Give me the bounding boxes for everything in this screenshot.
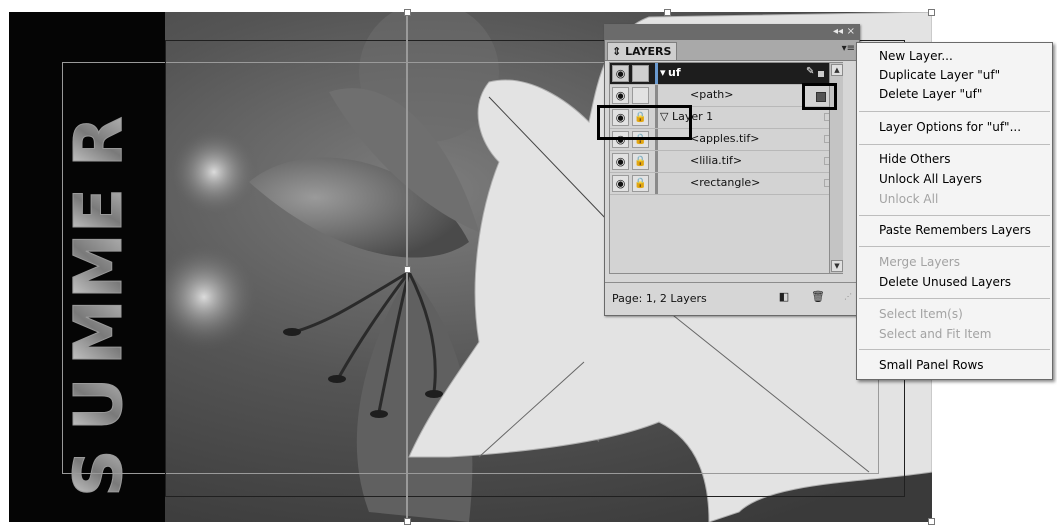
summer-title-graphic: SUMMER bbox=[63, 116, 133, 498]
layer-name[interactable]: uf bbox=[668, 66, 681, 79]
resize-grip-icon[interactable]: ⋰ bbox=[841, 290, 855, 304]
lock-toggle[interactable] bbox=[632, 87, 649, 104]
menu-separator bbox=[859, 246, 1050, 247]
layers-status-text: Page: 1, 2 Layers bbox=[612, 292, 707, 305]
summer-letter: E bbox=[63, 188, 133, 233]
menu-separator bbox=[859, 298, 1050, 299]
layer-row-rectangle[interactable]: ◉ 🔒 <rectangle> bbox=[610, 173, 842, 195]
callout-layer1-box bbox=[597, 105, 692, 140]
eye-icon[interactable]: ◉ bbox=[612, 175, 629, 192]
menu-item-hide-others[interactable]: Hide Others bbox=[879, 152, 951, 166]
layer-name[interactable]: <rectangle> bbox=[690, 176, 760, 189]
menu-item-delete-unused-layers[interactable]: Delete Unused Layers bbox=[879, 275, 1011, 289]
selection-handle[interactable] bbox=[664, 9, 671, 16]
layer-name[interactable]: <apples.tif> bbox=[690, 132, 759, 145]
summer-letter: S bbox=[63, 449, 133, 497]
menu-item-paste-remembers-layers[interactable]: Paste Remembers Layers bbox=[879, 223, 1031, 237]
menu-item-unlock-all-layers[interactable]: Unlock All Layers bbox=[879, 172, 982, 186]
eye-icon[interactable]: ◉ bbox=[612, 87, 629, 104]
layer-color-bar bbox=[655, 85, 658, 106]
menu-item-small-panel-rows[interactable]: Small Panel Rows bbox=[879, 358, 984, 372]
selection-handle[interactable] bbox=[404, 266, 411, 273]
selection-handle[interactable] bbox=[928, 518, 935, 525]
menu-item-select-items: Select Item(s) bbox=[879, 307, 963, 321]
menu-item-delete-layer[interactable]: Delete Layer "uf" bbox=[879, 87, 982, 101]
layer-row-uf[interactable]: ◉ ▾ uf ✎ bbox=[610, 63, 842, 85]
selection-handle[interactable] bbox=[404, 518, 411, 525]
menu-item-new-layer[interactable]: New Layer... bbox=[879, 49, 953, 63]
layer-row-lilia[interactable]: ◉ 🔒 <lilia.tif> bbox=[610, 151, 842, 173]
eye-icon[interactable]: ◉ bbox=[612, 65, 629, 82]
menu-separator bbox=[859, 144, 1050, 145]
close-panel-button[interactable]: × bbox=[847, 26, 855, 38]
tab-layers[interactable]: ⇕ LAYERS bbox=[607, 42, 677, 60]
layer-name[interactable]: <lilia.tif> bbox=[690, 154, 742, 167]
menu-item-select-and-fit-item: Select and Fit Item bbox=[879, 327, 992, 341]
layer-color-bar bbox=[655, 151, 658, 172]
selection-handle[interactable] bbox=[928, 9, 935, 16]
layer-name[interactable]: <path> bbox=[690, 88, 733, 101]
menu-separator bbox=[859, 111, 1050, 112]
panel-footer: Page: 1, 2 Layers ◧ 🗑 ⋰ bbox=[605, 282, 859, 315]
tab-arrows-icon: ⇕ bbox=[612, 45, 622, 58]
menu-item-unlock-all: Unlock All bbox=[879, 192, 939, 206]
selection-handle[interactable] bbox=[404, 9, 411, 16]
lock-toggle[interactable] bbox=[632, 65, 649, 82]
layer-color-bar bbox=[655, 173, 658, 194]
lock-icon[interactable]: 🔒 bbox=[632, 175, 649, 192]
layer-color-bar bbox=[655, 63, 658, 84]
callout-selection-box bbox=[802, 83, 837, 110]
layers-panel: ◂◂ × ⇕ LAYERS ▾≡ ◉ ▾ uf ✎ ◉ <path> ◉ 🔒 ▽… bbox=[604, 24, 860, 316]
menu-separator bbox=[859, 349, 1050, 350]
panel-menu-button[interactable]: ▾≡ bbox=[842, 43, 855, 54]
collapse-panel-button[interactable]: ◂◂ bbox=[833, 26, 843, 38]
summer-letter: M bbox=[63, 299, 133, 365]
menu-item-merge-layers: Merge Layers bbox=[879, 255, 960, 269]
menu-item-duplicate-layer[interactable]: Duplicate Layer "uf" bbox=[879, 68, 1000, 82]
new-layer-icon[interactable]: ◧ bbox=[777, 290, 791, 304]
summer-letter: M bbox=[63, 233, 133, 299]
summer-letter: U bbox=[63, 377, 133, 431]
selection-square[interactable] bbox=[818, 71, 824, 77]
panel-title-bar[interactable]: ◂◂ × bbox=[605, 25, 859, 40]
menu-item-layer-options[interactable]: Layer Options for "uf"... bbox=[879, 120, 1021, 134]
summer-letter: R bbox=[63, 116, 133, 167]
menu-separator bbox=[859, 215, 1050, 216]
scroll-up-arrow-icon[interactable]: ▲ bbox=[831, 64, 843, 76]
pen-icon: ✎ bbox=[806, 66, 815, 77]
layers-panel-menu: New Layer... Duplicate Layer "uf" Delete… bbox=[856, 42, 1053, 380]
disclosure-triangle-icon[interactable]: ▾ bbox=[660, 66, 666, 79]
scroll-down-arrow-icon[interactable]: ▼ bbox=[831, 260, 843, 272]
lock-icon[interactable]: 🔒 bbox=[632, 153, 649, 170]
tab-layers-label: LAYERS bbox=[625, 45, 672, 58]
panel-tab-row: ⇕ LAYERS ▾≡ bbox=[605, 40, 859, 61]
trash-icon[interactable]: 🗑 bbox=[811, 290, 825, 304]
eye-icon[interactable]: ◉ bbox=[612, 153, 629, 170]
